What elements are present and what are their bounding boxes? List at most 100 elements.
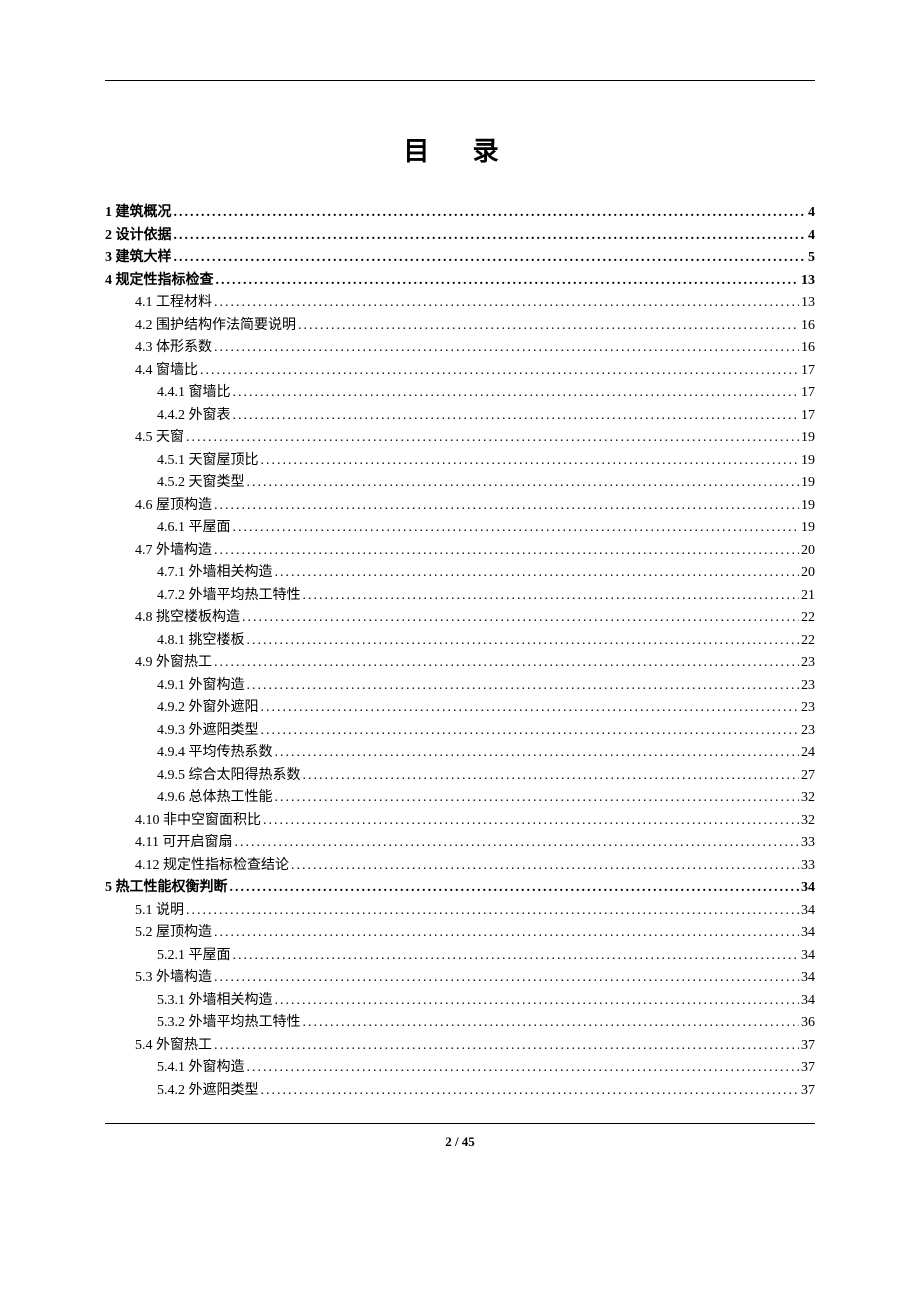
toc-leader — [214, 296, 799, 310]
toc-entry: 5.2 屋顶构造34 — [105, 926, 815, 940]
toc-leader — [174, 251, 807, 265]
toc-entry: 4.5.2 天窗类型19 — [105, 476, 815, 490]
toc-page: 17 — [801, 409, 815, 423]
toc-entry: 4.9.4 平均传热系数 24 — [105, 746, 815, 760]
toc-entry: 1 建筑概况4 — [105, 206, 815, 220]
toc-page: 33 — [801, 859, 815, 873]
toc-page: 13 — [801, 296, 815, 310]
toc-page: 36 — [801, 1016, 815, 1030]
toc-leader — [200, 364, 799, 378]
toc-entry: 4.4 窗墙比17 — [105, 364, 815, 378]
toc-page: 19 — [801, 499, 815, 513]
toc-leader — [261, 724, 800, 738]
toc-leader — [233, 521, 800, 535]
toc-page: 4 — [808, 229, 815, 243]
toc-entry: 4.12 规定性指标检查结论33 — [105, 859, 815, 873]
toc-label: 4.5.1 天窗屋顶比 — [157, 454, 259, 468]
toc-page: 23 — [801, 656, 815, 670]
toc-label: 4.9.4 平均传热系数 — [157, 746, 273, 760]
toc-label: 4.4.2 外窗表 — [157, 409, 231, 423]
toc-entry: 2 设计依据4 — [105, 229, 815, 243]
toc-label: 5 热工性能权衡判断 — [105, 881, 228, 895]
toc-page: 34 — [801, 926, 815, 940]
toc-page: 17 — [801, 386, 815, 400]
toc-label: 4.6 屋顶构造 — [135, 499, 212, 513]
toc-entry: 4.6 屋顶构造 19 — [105, 499, 815, 513]
toc-label: 5.4.1 外窗构造 — [157, 1061, 245, 1075]
toc-label: 4.1 工程材料 — [135, 296, 212, 310]
toc-entry: 5.3 外墙构造34 — [105, 971, 815, 985]
toc-page: 34 — [801, 949, 815, 963]
toc-page: 16 — [801, 319, 815, 333]
toc-leader — [214, 926, 799, 940]
toc-page: 23 — [801, 701, 815, 715]
toc-entry: 4.1 工程材料 13 — [105, 296, 815, 310]
page-title: 目 录 — [105, 131, 815, 168]
toc-label: 3 建筑大样 — [105, 251, 172, 265]
toc-page: 17 — [801, 364, 815, 378]
toc-entry: 5.4 外窗热工37 — [105, 1039, 815, 1053]
toc-entry: 4.9.2 外窗外遮阳 23 — [105, 701, 815, 715]
toc-entry: 4.9.6 总体热工性能32 — [105, 791, 815, 805]
toc-page: 4 — [808, 206, 815, 220]
toc-page: 13 — [801, 274, 815, 288]
toc-entry: 3 建筑大样 5 — [105, 251, 815, 265]
toc-entry: 5.1 说明34 — [105, 904, 815, 918]
toc-leader — [275, 994, 800, 1008]
toc-label: 4.7 外墙构造 — [135, 544, 212, 558]
toc-label: 4.7.1 外墙相关构造 — [157, 566, 273, 580]
top-rule — [105, 80, 815, 81]
toc-entry: 5.4.2 外遮阳类型37 — [105, 1084, 815, 1098]
toc-page: 37 — [801, 1061, 815, 1075]
toc-label: 4.6.1 平屋面 — [157, 521, 231, 535]
toc-leader — [303, 769, 800, 783]
toc-label: 4.5 天窗 — [135, 431, 184, 445]
toc-page: 37 — [801, 1039, 815, 1053]
toc-page: 5 — [808, 251, 815, 265]
toc-leader — [303, 1016, 800, 1030]
toc-page: 19 — [801, 521, 815, 535]
toc-label: 5.3.1 外墙相关构造 — [157, 994, 273, 1008]
toc-label: 4.3 体形系数 — [135, 341, 212, 355]
toc-entry: 4.5 天窗 19 — [105, 431, 815, 445]
toc-label: 5.2.1 平屋面 — [157, 949, 231, 963]
toc-page: 32 — [801, 814, 815, 828]
toc-label: 4.2 围护结构作法简要说明 — [135, 319, 296, 333]
toc-leader — [233, 949, 800, 963]
toc-label: 4.9.3 外遮阳类型 — [157, 724, 259, 738]
toc-leader — [275, 566, 800, 580]
toc-page: 24 — [801, 746, 815, 760]
page-footer: 2 / 45 — [105, 1123, 815, 1150]
toc-leader — [263, 814, 799, 828]
toc-page: 19 — [801, 431, 815, 445]
toc-leader — [261, 1084, 800, 1098]
toc-leader — [186, 904, 799, 918]
toc-entry: 4.7 外墙构造20 — [105, 544, 815, 558]
toc-leader — [214, 499, 799, 513]
toc-entry: 5.2.1 平屋面 34 — [105, 949, 815, 963]
toc-label: 4.11 可开启窗扇 — [135, 836, 232, 850]
toc-leader — [261, 701, 800, 715]
toc-page: 16 — [801, 341, 815, 355]
toc-entry: 5.4.1 外窗构造 37 — [105, 1061, 815, 1075]
toc-entry: 4.7.1 外墙相关构造20 — [105, 566, 815, 580]
toc-label: 4 规定性指标检查 — [105, 274, 214, 288]
toc-label: 4.4.1 窗墙比 — [157, 386, 231, 400]
toc-entry: 4.9.5 综合太阳得热系数27 — [105, 769, 815, 783]
toc-leader — [214, 544, 799, 558]
toc-leader — [174, 229, 807, 243]
toc-page: 32 — [801, 791, 815, 805]
toc-leader — [214, 341, 799, 355]
toc-page: 34 — [801, 904, 815, 918]
toc-page: 34 — [801, 994, 815, 1008]
toc-page: 19 — [801, 454, 815, 468]
toc-label: 4.9.5 综合太阳得热系数 — [157, 769, 301, 783]
toc-label: 4.9.2 外窗外遮阳 — [157, 701, 259, 715]
toc-entry: 4.3 体形系数 16 — [105, 341, 815, 355]
toc-page: 21 — [801, 589, 815, 603]
toc-label: 5.3.2 外墙平均热工特性 — [157, 1016, 301, 1030]
toc-container: 1 建筑概况42 设计依据43 建筑大样54 规定性指标检查134.1 工程材料… — [105, 206, 815, 1098]
toc-leader — [216, 274, 800, 288]
page-indicator: 2 / 45 — [445, 1134, 475, 1149]
toc-label: 5.3 外墙构造 — [135, 971, 212, 985]
